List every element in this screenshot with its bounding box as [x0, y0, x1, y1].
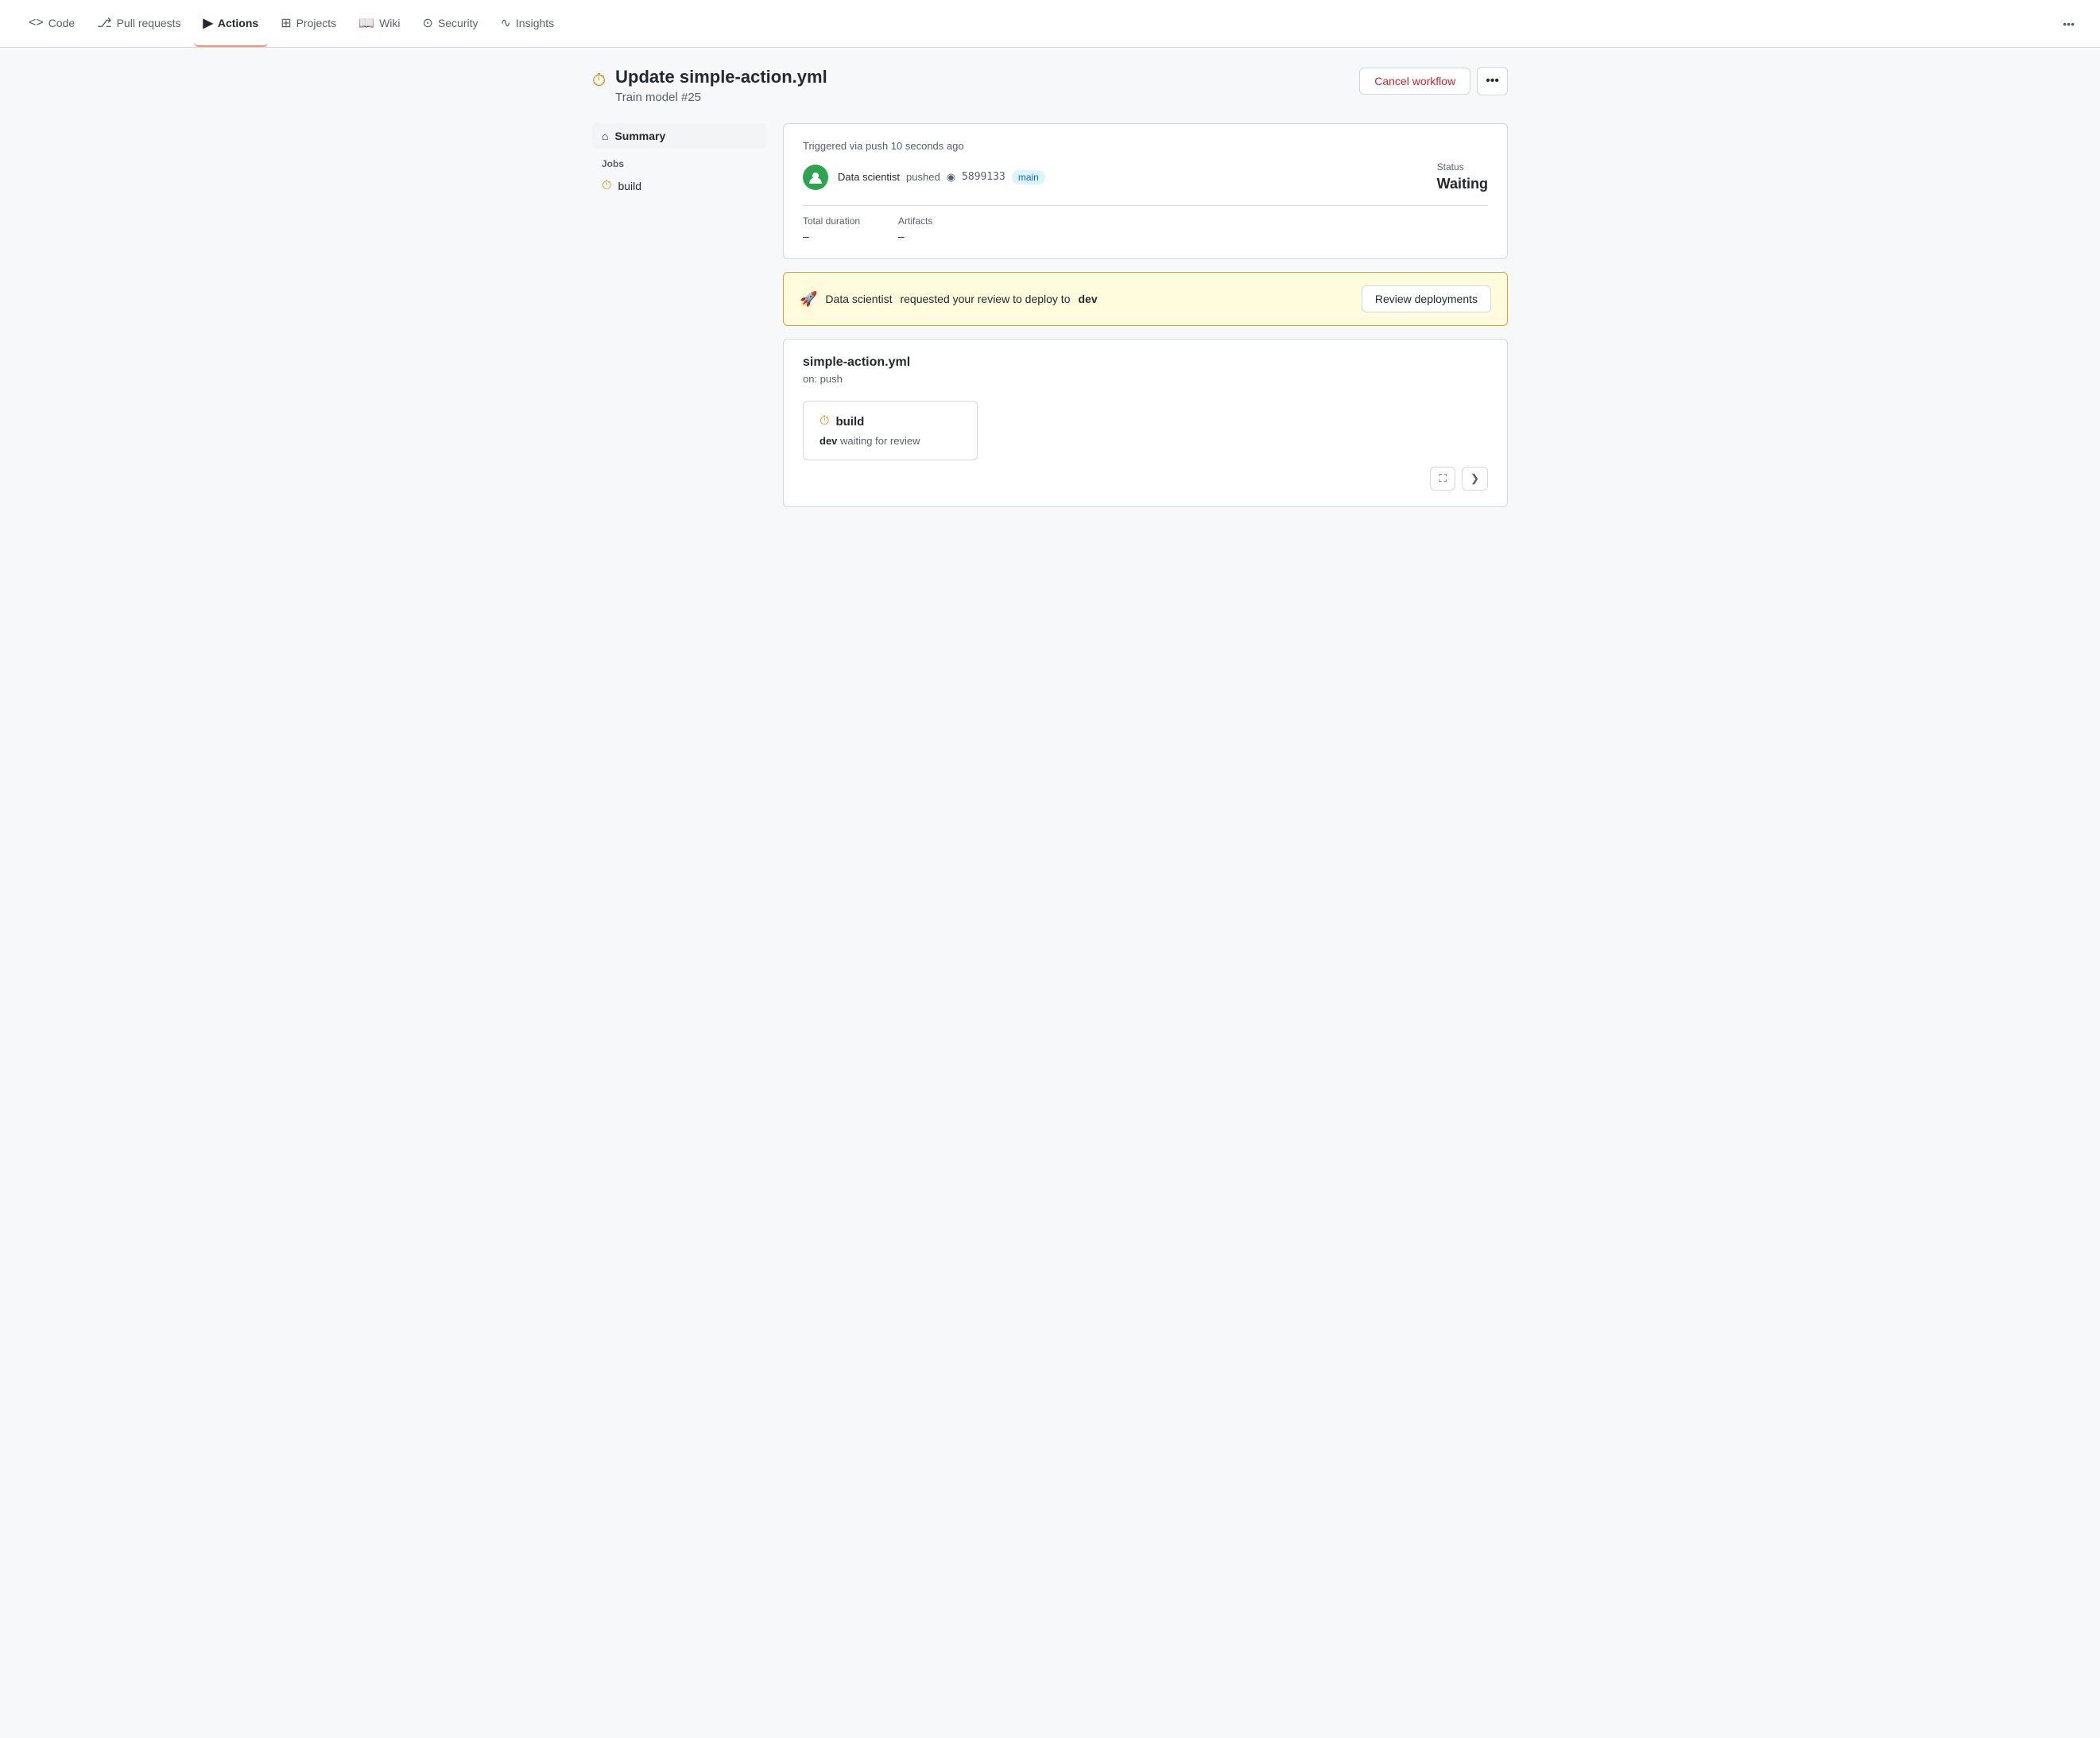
review-banner: 🚀 Data scientist requested your review t… [783, 272, 1508, 326]
workflow-trigger: on: push [803, 373, 1488, 385]
sidebar-summary-label: Summary [614, 130, 665, 142]
page-header-left: ⏱ Update simple-action.yml Train model #… [592, 67, 827, 104]
sidebar: ⌂ Summary Jobs ⏱ build [592, 123, 767, 507]
nav-wiki[interactable]: 📖 Wiki [349, 0, 409, 47]
more-options-button[interactable]: ••• [1477, 67, 1508, 95]
nav-more-button[interactable]: ••• [2056, 11, 2081, 37]
review-env: dev [1078, 293, 1097, 305]
nav-actions-label: Actions [218, 17, 258, 29]
trigger-description: Triggered via push 10 seconds ago [803, 140, 1488, 152]
main-layout: ⌂ Summary Jobs ⏱ build Triggered via pus… [592, 123, 1508, 507]
pr-icon: ⎇ [97, 15, 111, 31]
nav-security[interactable]: ⊙ Security [413, 0, 488, 47]
actor-name: Data scientist [838, 171, 900, 183]
duration-label: Total duration [803, 215, 860, 227]
top-nav: <> Code ⎇ Pull requests ▶ Actions ⊞ Proj… [0, 0, 2100, 48]
artifacts-item: Artifacts – [898, 215, 932, 242]
bottom-pager: ⛶ ❯ [803, 467, 1488, 491]
page-header: ⏱ Update simple-action.yml Train model #… [592, 67, 1508, 104]
nav-security-label: Security [438, 17, 479, 29]
nav-wiki-label: Wiki [379, 17, 400, 29]
nav-code[interactable]: <> Code [19, 0, 84, 47]
status-value: Waiting [1437, 176, 1488, 192]
page-title-group: Update simple-action.yml Train model #25 [615, 67, 827, 104]
review-deployments-button[interactable]: Review deployments [1362, 285, 1491, 312]
status-section: Status Waiting [1437, 161, 1488, 192]
total-duration-item: Total duration – [803, 215, 860, 242]
shield-icon: ⊙ [423, 15, 433, 31]
table-icon: ⊞ [281, 15, 291, 31]
content-area: Triggered via push 10 seconds ago Data s… [783, 123, 1508, 507]
nav-code-label: Code [48, 17, 75, 29]
pushed-info: Data scientist pushed ◉ 5899133 main [838, 170, 1045, 184]
trigger-left: Data scientist pushed ◉ 5899133 main [803, 165, 1045, 190]
cancel-workflow-button[interactable]: Cancel workflow [1359, 68, 1470, 95]
job-clock-icon: ⏱ [819, 414, 829, 429]
nav-actions[interactable]: ▶ Actions [194, 0, 269, 47]
nav-pr-label: Pull requests [117, 17, 181, 29]
page-header-actions: Cancel workflow ••• [1359, 67, 1508, 95]
review-actor: Data scientist [825, 293, 892, 305]
nav-projects-label: Projects [296, 17, 337, 29]
review-middle-text: requested your review to deploy to [900, 293, 1070, 305]
actor-avatar [803, 165, 828, 190]
job-box-status: dev waiting for review [819, 435, 961, 447]
workflow-card: simple-action.yml on: push ⏱ build dev w… [783, 339, 1508, 507]
rocket-icon: 🚀 [800, 291, 817, 308]
sidebar-job-build[interactable]: ⏱ build [592, 173, 767, 200]
code-icon: <> [29, 16, 44, 30]
nav-projects[interactable]: ⊞ Projects [271, 0, 346, 47]
nav-pull-requests[interactable]: ⎇ Pull requests [87, 0, 190, 47]
play-icon: ▶ [203, 15, 213, 31]
nav-insights[interactable]: ∿ Insights [491, 0, 564, 47]
job-box-name[interactable]: build [835, 415, 864, 429]
next-button[interactable]: ❯ [1462, 467, 1488, 491]
page-content: ⏱ Update simple-action.yml Train model #… [573, 48, 1527, 526]
build-clock-icon: ⏱ [602, 179, 611, 193]
job-status-env: dev [819, 435, 837, 447]
commit-icon: ◉ [947, 171, 955, 184]
commit-hash: 5899133 [962, 171, 1005, 183]
page-title: Update simple-action.yml [615, 67, 827, 87]
expand-button[interactable]: ⛶ [1430, 467, 1455, 491]
job-box-build: ⏱ build dev waiting for review [803, 401, 978, 460]
chart-icon: ∿ [501, 15, 511, 31]
sidebar-item-summary[interactable]: ⌂ Summary [592, 123, 767, 149]
branch-badge[interactable]: main [1012, 170, 1045, 184]
status-label: Status [1437, 161, 1488, 173]
duration-row: Total duration – Artifacts – [803, 205, 1488, 242]
trigger-row: Data scientist pushed ◉ 5899133 main Sta… [803, 161, 1488, 192]
home-icon: ⌂ [602, 130, 608, 142]
job-box-header: ⏱ build [819, 414, 961, 429]
page-subtitle: Train model #25 [615, 91, 827, 104]
book-icon: 📖 [358, 15, 374, 31]
workflow-filename: simple-action.yml [803, 355, 1488, 370]
job-status-text-value: waiting for review [840, 435, 920, 447]
sidebar-job-name: build [618, 180, 641, 192]
waiting-clock-icon: ⏱ [592, 70, 606, 91]
nav-insights-label: Insights [516, 17, 554, 29]
review-banner-text: 🚀 Data scientist requested your review t… [800, 291, 1098, 308]
duration-value: – [803, 230, 809, 242]
sidebar-jobs-label: Jobs [592, 149, 767, 173]
pushed-label: pushed [906, 171, 940, 183]
trigger-info-card: Triggered via push 10 seconds ago Data s… [783, 123, 1508, 259]
artifacts-value: – [898, 230, 905, 242]
artifacts-label: Artifacts [898, 215, 932, 227]
